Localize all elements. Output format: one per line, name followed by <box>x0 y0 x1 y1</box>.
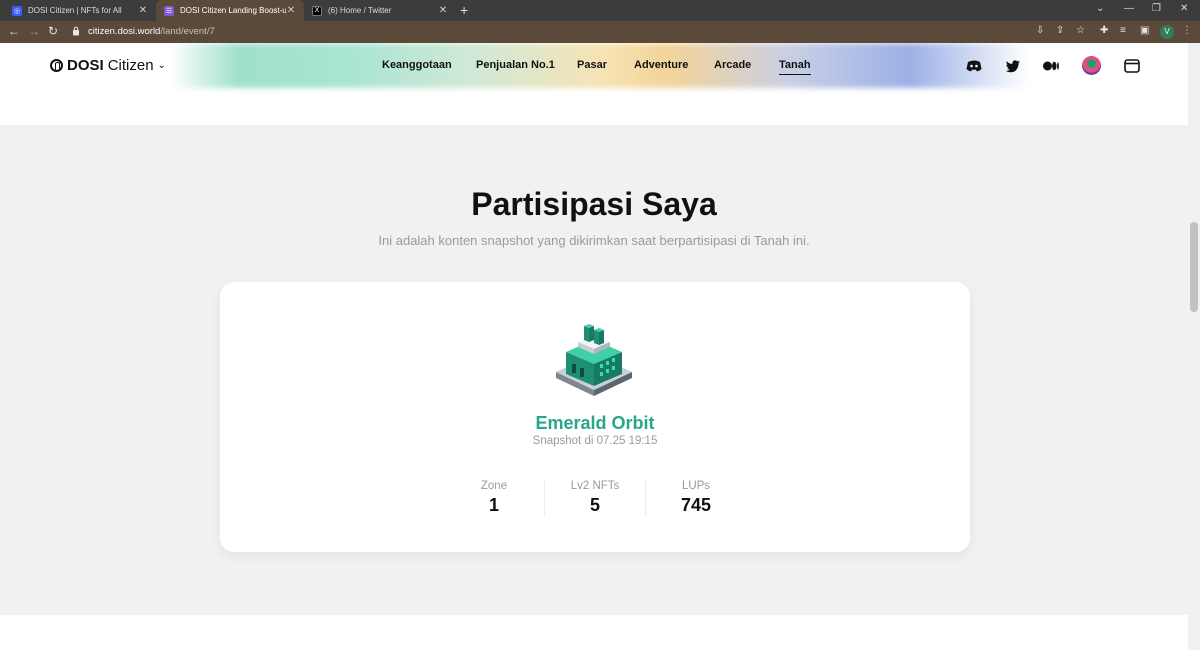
bookmark-star-icon[interactable]: ☆ <box>1076 25 1085 36</box>
dosi-favicon-icon: ◎ <box>12 5 22 16</box>
new-tab-icon[interactable]: + <box>460 2 468 18</box>
land-name: Emerald Orbit <box>535 413 655 433</box>
nav-penjualan[interactable]: Penjualan No.1 <box>476 59 555 71</box>
minimize-icon[interactable]: — <box>1124 3 1134 14</box>
logo-bold: DOSI <box>67 57 104 74</box>
stat-label: LUPs <box>681 480 711 492</box>
browser-tab-bar: ◎ DOSI Citizen | NFTs for All ✕ ☰ DOSI C… <box>0 0 1200 21</box>
stat-label: Zone <box>480 480 508 492</box>
close-tab-icon[interactable]: ✕ <box>286 5 296 16</box>
medium-icon[interactable] <box>1042 57 1060 75</box>
stat-label: Lv2 NFTs <box>570 480 620 492</box>
logo[interactable]: DOSI Citizen ⌄ <box>50 57 166 74</box>
menu-kebab-icon[interactable]: ⋮ <box>1182 25 1192 36</box>
twitter-icon[interactable] <box>1004 57 1022 75</box>
nav-tanah[interactable]: Tanah <box>779 59 811 75</box>
logo-light: Citizen <box>107 57 154 74</box>
close-window-icon[interactable]: ✕ <box>1180 3 1188 14</box>
nav-keanggotaan[interactable]: Keanggotaan <box>382 59 452 71</box>
participation-section: Partisipasi Saya Ini adalah konten snaps… <box>0 125 1188 615</box>
browser-toolbar: ← → ↻ citizen.dosi.world/land/event/7 ⇩ … <box>0 21 1200 43</box>
url-path: /land/event/7 <box>160 26 215 37</box>
nav-pasar[interactable]: Pasar <box>577 59 607 71</box>
share-icon[interactable]: ⇪ <box>1056 25 1064 36</box>
extensions-icon[interactable]: ✚ <box>1100 25 1108 36</box>
tab-title: DOSI Citizen | NFTs for All <box>28 6 122 15</box>
address-bar[interactable]: citizen.dosi.world/land/event/7 <box>64 23 1094 41</box>
x-favicon-icon: X <box>312 5 322 16</box>
tab-title: (6) Home / Twitter <box>328 6 392 15</box>
participation-card: Emerald Orbit Snapshot di 07.25 19:15 Zo… <box>220 282 970 552</box>
reading-list-icon[interactable]: ≡ <box>1120 25 1126 36</box>
tab-dosi-landing[interactable]: ☰ DOSI Citizen Landing Boost-up E ✕ <box>156 0 304 21</box>
land-building-icon <box>556 324 632 396</box>
profile-avatar[interactable]: V <box>1160 25 1174 39</box>
tab-search-icon[interactable]: ⌄ <box>1096 3 1104 14</box>
tab-title: DOSI Citizen Landing Boost-up E <box>180 6 286 15</box>
close-tab-icon[interactable]: ✕ <box>438 5 448 16</box>
lock-icon <box>73 26 79 36</box>
tab-twitter[interactable]: X (6) Home / Twitter ✕ <box>304 0 456 21</box>
url-text: citizen.dosi.world/land/event/7 <box>88 26 215 37</box>
back-icon[interactable]: ← <box>8 24 20 38</box>
forward-icon[interactable]: → <box>28 24 40 38</box>
chevron-down-icon[interactable]: ⌄ <box>158 60 166 71</box>
stat-value: 1 <box>488 495 499 515</box>
install-app-icon[interactable]: ⇩ <box>1036 25 1044 36</box>
discord-icon[interactable] <box>965 57 983 75</box>
page-subtitle: Ini adalah konten snapshot yang dikirimk… <box>378 233 810 248</box>
snapshot-time: Snapshot di 07.25 19:15 <box>532 435 658 447</box>
stat-lv2-nfts: Lv2 NFTs 5 <box>545 480 645 516</box>
dosi-logo-icon <box>50 59 63 72</box>
next-section <box>0 615 1188 650</box>
scrollbar-track[interactable] <box>1188 43 1200 650</box>
close-tab-icon[interactable]: ✕ <box>138 5 148 16</box>
stat-value: 5 <box>589 495 600 515</box>
stat-value: 745 <box>680 495 712 515</box>
wallet-icon[interactable] <box>1123 57 1141 75</box>
scrollbar-thumb[interactable] <box>1190 222 1198 312</box>
page-title: Partisipasi Saya <box>471 186 717 222</box>
list-favicon-icon: ☰ <box>164 5 174 16</box>
tab-dosi-citizen[interactable]: ◎ DOSI Citizen | NFTs for All ✕ <box>4 0 156 21</box>
stat-zone: Zone 1 <box>444 480 544 516</box>
stat-lups: LUPs 745 <box>646 480 746 516</box>
user-avatar[interactable] <box>1082 56 1101 75</box>
reload-icon[interactable]: ↻ <box>48 24 58 38</box>
restore-icon[interactable]: ❐ <box>1152 3 1161 14</box>
side-panel-icon[interactable]: ▣ <box>1140 25 1149 36</box>
site-header: DOSI Citizen ⌄ Keanggotaan Penjualan No.… <box>0 43 1188 125</box>
url-host: citizen.dosi.world <box>88 26 161 37</box>
nav-adventure[interactable]: Adventure <box>634 59 688 71</box>
nav-arcade[interactable]: Arcade <box>714 59 751 71</box>
